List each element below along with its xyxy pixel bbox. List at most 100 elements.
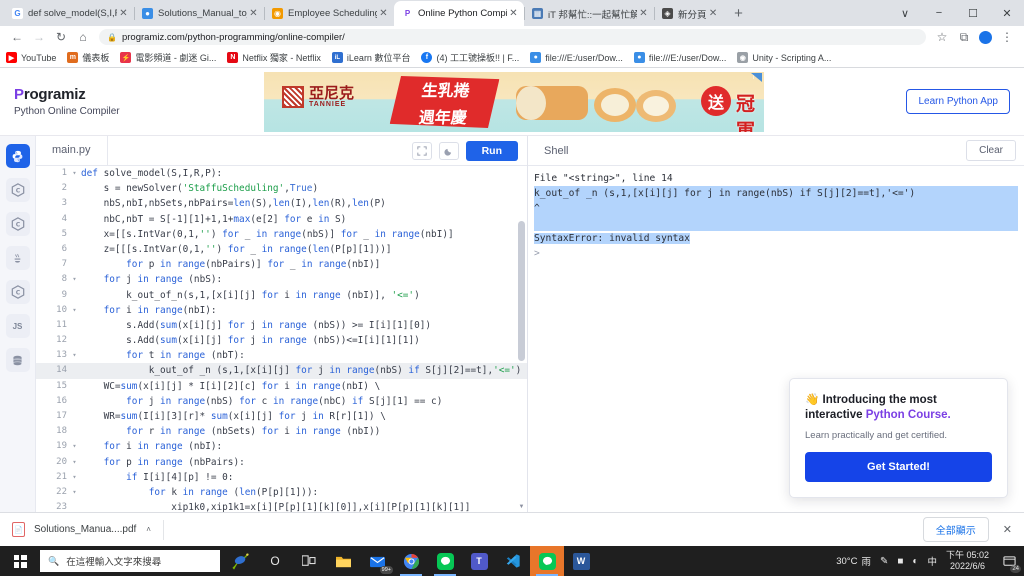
- minimize-button[interactable]: −: [922, 0, 956, 26]
- fold-toggle-icon[interactable]: ▾: [70, 272, 79, 287]
- bookmark-item[interactable]: iL iLearn 數位平台: [331, 51, 410, 64]
- task-view-icon[interactable]: [292, 546, 326, 576]
- fold-toggle-icon[interactable]: ▾: [70, 485, 79, 500]
- windows-start-button[interactable]: [0, 546, 40, 576]
- taskbar-clock[interactable]: 下午 05:02 2022/6/6: [946, 550, 989, 572]
- taskbar-search-input[interactable]: 🔍 在這裡輸入文字來搜尋: [40, 550, 220, 572]
- c-icon[interactable]: C: [5, 178, 30, 202]
- python-course-popup[interactable]: close-icon 👋 Introducing the most intera…: [789, 377, 1008, 498]
- fold-toggle-icon[interactable]: [70, 318, 79, 333]
- fold-toggle-icon[interactable]: [70, 227, 79, 242]
- sql-icon[interactable]: [5, 348, 30, 372]
- new-tab-button[interactable]: +: [726, 0, 752, 26]
- tab-close-button[interactable]: ✕: [377, 7, 390, 20]
- cpp-icon[interactable]: C: [5, 212, 30, 236]
- cortana-icon[interactable]: O: [258, 546, 292, 576]
- line-2-icon[interactable]: [530, 546, 564, 576]
- tab-close-button[interactable]: ✕: [707, 7, 720, 20]
- fold-toggle-icon[interactable]: [70, 500, 79, 512]
- java-icon[interactable]: [5, 246, 30, 270]
- fold-toggle-icon[interactable]: [70, 181, 79, 196]
- scrollbar-thumb[interactable]: [518, 221, 525, 361]
- profile-avatar[interactable]: [979, 30, 992, 44]
- browser-tab-5[interactable]: ◈ 新分頁 ✕: [654, 1, 724, 26]
- bookmark-item[interactable]: ● file:///E:/user/Dow...: [633, 52, 726, 63]
- file-explorer-icon[interactable]: [326, 546, 360, 576]
- fold-toggle-icon[interactable]: [70, 196, 79, 211]
- code-area[interactable]: 1 ▾ def solve_model(S,I,R,P): 2 s = newSol…: [36, 166, 527, 512]
- windows-spotlight-icon[interactable]: [224, 546, 258, 576]
- javascript-icon[interactable]: JS: [5, 314, 30, 338]
- fold-toggle-icon[interactable]: ▾: [70, 348, 79, 363]
- scroll-down-arrow-icon[interactable]: ▼: [518, 504, 525, 510]
- tab-close-button[interactable]: ✕: [637, 7, 650, 20]
- fold-toggle-icon[interactable]: ▾: [70, 470, 79, 485]
- extensions-icon[interactable]: ⧉: [953, 27, 975, 47]
- bookmark-item[interactable]: f (4) 工工號操板!! | F...: [421, 51, 519, 64]
- close-window-button[interactable]: ✕: [990, 0, 1024, 26]
- site-brand[interactable]: PProgramizrogramiz Python Online Compile…: [14, 86, 264, 117]
- weather-widget[interactable]: 30°C 雨: [836, 554, 871, 569]
- home-icon[interactable]: ⌂: [72, 27, 94, 47]
- fold-toggle-icon[interactable]: [70, 257, 79, 272]
- fold-toggle-icon[interactable]: ▾: [70, 455, 79, 470]
- editor-scrollbar[interactable]: ▼: [518, 166, 525, 512]
- bookmark-item[interactable]: m 儀表板: [67, 51, 109, 64]
- advertisement-banner[interactable]: 亞尼克 TANNIEE 生乳捲 週年慶 送 冠軍生乳捲 i: [264, 71, 764, 132]
- tab-list-button[interactable]: ∨: [888, 0, 922, 26]
- vscode-icon[interactable]: [496, 546, 530, 576]
- file-tab-main-py[interactable]: main.py: [36, 136, 108, 165]
- bookmark-item[interactable]: ◉ Unity - Scripting A...: [737, 52, 831, 63]
- chrome-icon[interactable]: [394, 546, 428, 576]
- fold-toggle-icon[interactable]: [70, 212, 79, 227]
- maximize-button[interactable]: ☐: [956, 0, 990, 26]
- moon-icon[interactable]: [438, 141, 459, 160]
- fold-toggle-icon[interactable]: [70, 333, 79, 348]
- browser-tab-0[interactable]: G def solve_model(S,I,R,P): ✕: [4, 1, 134, 26]
- teams-icon[interactable]: T: [462, 546, 496, 576]
- bookmark-item[interactable]: ⚡ 電影頻道 - 劇迷 Gi...: [120, 51, 216, 64]
- clear-button[interactable]: Clear: [966, 140, 1016, 161]
- bookmark-star-icon[interactable]: ☆: [931, 27, 953, 47]
- fold-toggle-icon[interactable]: ▾: [70, 166, 79, 181]
- show-all-downloads-button[interactable]: 全部顯示: [922, 517, 989, 542]
- tab-close-button[interactable]: ✕: [247, 7, 260, 20]
- address-bar[interactable]: 🔒 programiz.com/python-programming/onlin…: [99, 29, 926, 45]
- download-item[interactable]: 📄 Solutions_Manua....pdf ˄: [12, 522, 151, 537]
- expand-icon[interactable]: [411, 141, 432, 160]
- bookmark-item[interactable]: ▶ YouTube: [6, 52, 56, 63]
- mail-icon[interactable]: 99+: [360, 546, 394, 576]
- bookmark-item[interactable]: N Netflix 獨家 - Netflix: [227, 51, 321, 64]
- fold-toggle-icon[interactable]: [70, 424, 79, 439]
- browser-tab-1[interactable]: ● Solutions_Manual_to_Acc ✕: [134, 1, 264, 26]
- fold-toggle-icon[interactable]: ▾: [70, 303, 79, 318]
- wifi-icon[interactable]: ◐: [912, 556, 918, 567]
- browser-tab-2[interactable]: ◉ Employee Scheduling | C ✕: [264, 1, 394, 26]
- adchoices-icon[interactable]: i: [751, 72, 762, 82]
- pen-icon[interactable]: ✎: [880, 556, 888, 567]
- back-icon[interactable]: ←: [6, 27, 28, 47]
- line-icon[interactable]: [428, 546, 462, 576]
- fold-toggle-icon[interactable]: [70, 363, 79, 378]
- browser-tab-3-active[interactable]: P Online Python Compiler ( ✕: [394, 1, 524, 26]
- notification-icon[interactable]: 24: [998, 550, 1021, 573]
- fold-toggle-icon[interactable]: [70, 288, 79, 303]
- fold-toggle-icon[interactable]: [70, 394, 79, 409]
- fold-toggle-icon[interactable]: ▾: [70, 439, 79, 454]
- reload-icon[interactable]: ↻: [50, 27, 72, 47]
- fold-toggle-icon[interactable]: [70, 409, 79, 424]
- tab-close-button[interactable]: ✕: [117, 7, 130, 20]
- run-button[interactable]: Run: [465, 140, 518, 161]
- browser-tab-4[interactable]: ▦ iT 邦幫忙::一起幫忙解決難 ✕: [524, 1, 654, 26]
- fold-toggle-icon[interactable]: [70, 379, 79, 394]
- learn-python-app-button[interactable]: Learn Python App: [906, 89, 1010, 114]
- get-started-button[interactable]: Get Started!: [805, 452, 992, 482]
- csharp-icon[interactable]: C: [5, 280, 30, 304]
- ime-indicator[interactable]: 中: [927, 554, 937, 568]
- chrome-menu-icon[interactable]: ⋮: [996, 27, 1018, 47]
- forward-icon[interactable]: →: [28, 27, 50, 47]
- close-downloads-bar-icon[interactable]: ✕: [1003, 523, 1012, 536]
- python-icon[interactable]: [5, 144, 30, 168]
- battery-icon[interactable]: ■: [897, 556, 903, 567]
- word-icon[interactable]: W: [564, 546, 598, 576]
